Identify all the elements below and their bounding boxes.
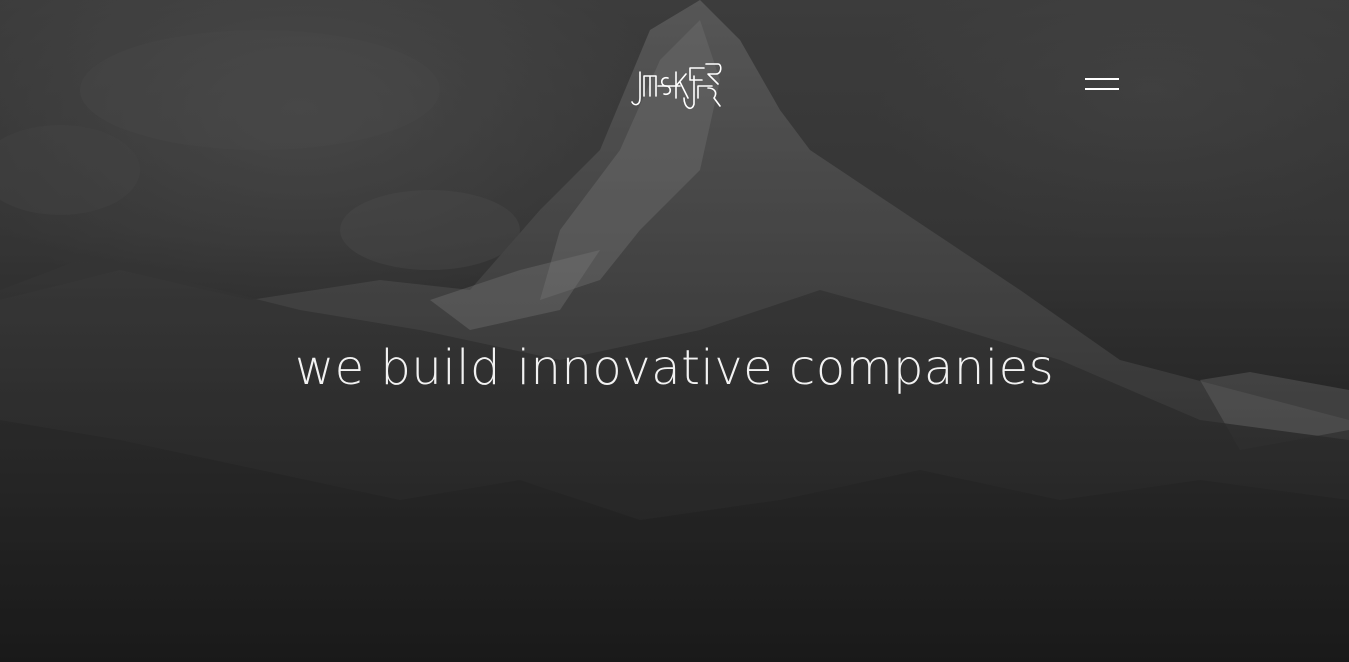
hero-section: we build innovative companies bbox=[0, 0, 1349, 662]
hamburger-icon bbox=[1085, 78, 1119, 80]
hero-headline: we build innovative companies bbox=[294, 340, 1055, 396]
maker-logo-icon[interactable] bbox=[628, 58, 722, 116]
hamburger-icon-bar bbox=[1085, 88, 1119, 90]
hamburger-menu-button[interactable] bbox=[1080, 72, 1124, 98]
